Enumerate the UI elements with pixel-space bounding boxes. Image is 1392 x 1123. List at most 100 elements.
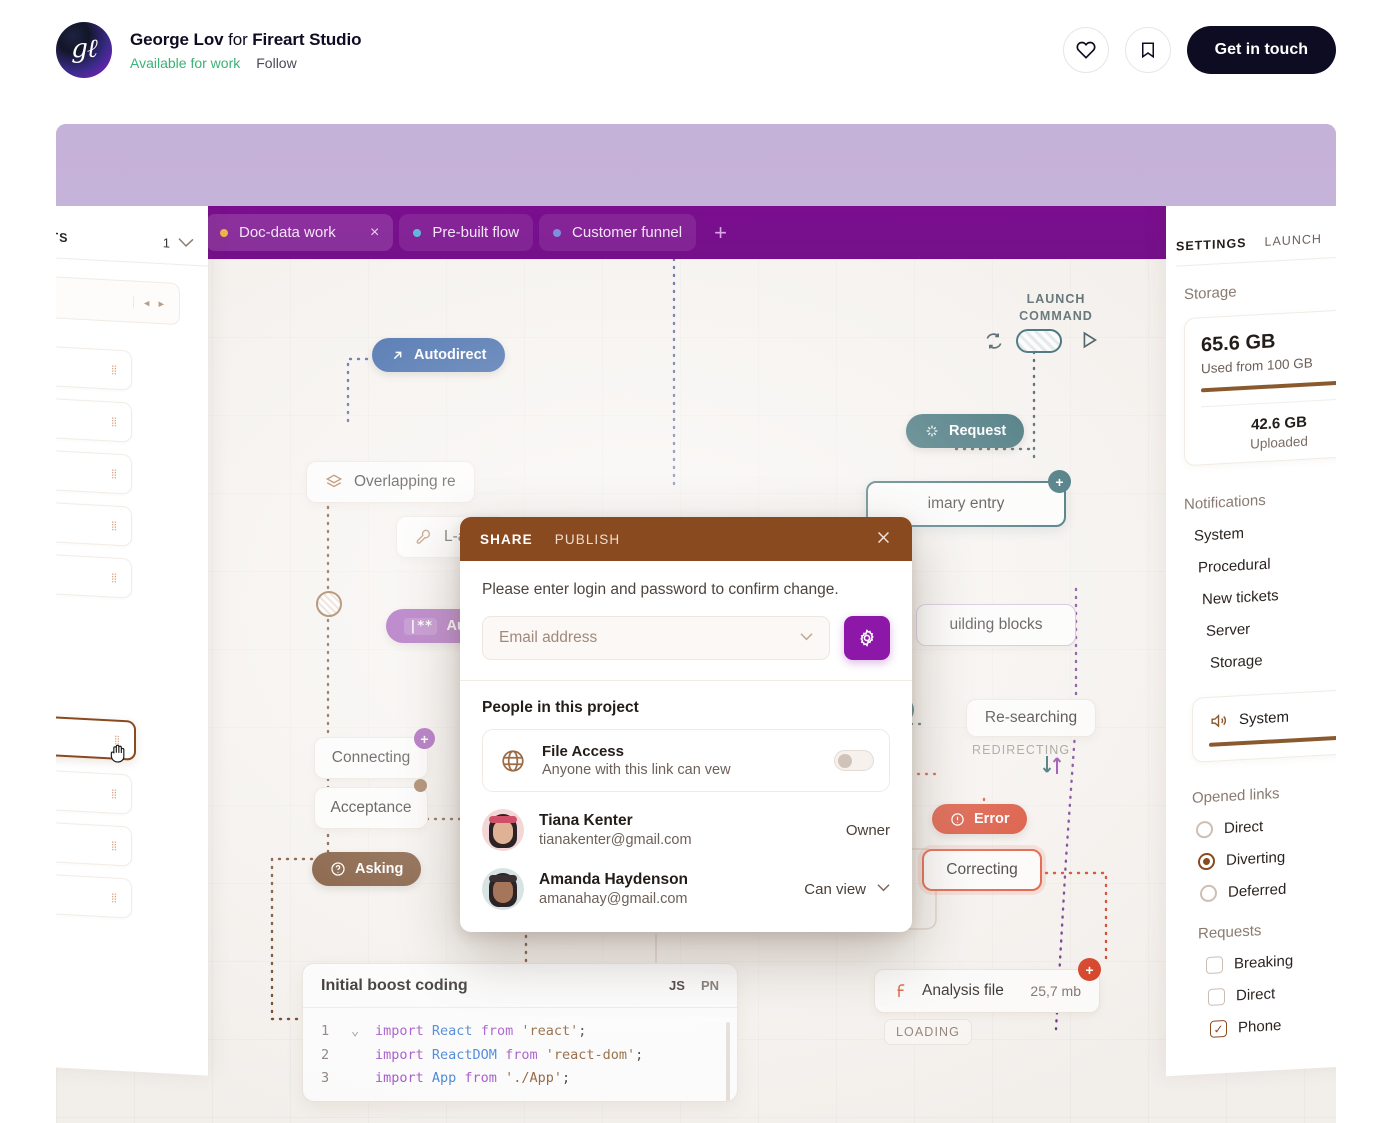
file-access-row[interactable]: File Access Anyone with this link can ve… xyxy=(482,729,890,792)
notification-item-system[interactable]: System xyxy=(1194,525,1244,545)
file-access-subtitle: Anyone with this link can vew xyxy=(542,762,731,778)
person-row[interactable]: Tiana Kenter tianakenter@gmail.com Owner xyxy=(482,809,890,851)
get-in-touch-button[interactable]: Get in touch xyxy=(1186,26,1336,74)
add-node-button[interactable]: + xyxy=(414,728,435,749)
flow-canvas[interactable]: Autodirect Overlapping re L-adju xyxy=(56,259,1336,1123)
volume-card[interactable]: System xyxy=(1192,687,1336,763)
drag-handle-icon[interactable]: ⣿ xyxy=(111,572,119,582)
code-line-text: import React from 'react'; xyxy=(375,1023,587,1039)
close-icon[interactable] xyxy=(875,529,892,550)
drag-handle-icon[interactable]: ⣿ xyxy=(111,788,119,798)
drag-handle-icon[interactable]: ⣿ xyxy=(111,364,119,374)
assets-search-field[interactable]: ◂ ▸ xyxy=(56,272,180,326)
author-name[interactable]: George Lov xyxy=(130,30,224,49)
junction-node[interactable] xyxy=(316,591,342,617)
code-lang-pn[interactable]: PN xyxy=(701,978,719,993)
settings-button[interactable] xyxy=(844,616,890,660)
modal-tab-publish[interactable]: PUBLISH xyxy=(555,532,620,547)
person-role: Owner xyxy=(845,821,890,839)
asset-item[interactable]: ⣿ xyxy=(56,817,132,867)
code-line-text: import App from './App'; xyxy=(375,1070,571,1087)
tab-launch[interactable]: LAUNCH xyxy=(1265,231,1322,248)
code-scrollbar[interactable] xyxy=(726,1022,730,1101)
asset-item[interactable]: ⣿ xyxy=(56,497,132,547)
analysis-file-card[interactable]: Analysis file 25,7 mb xyxy=(874,969,1100,1013)
code-lang-js[interactable]: JS xyxy=(669,978,685,993)
notification-item-server[interactable]: Server xyxy=(1206,621,1250,640)
notification-item-storage[interactable]: Storage xyxy=(1210,652,1263,672)
node-asking[interactable]: Asking xyxy=(312,852,422,886)
person-row[interactable]: Amanda Haydenson amanahay@gmail.com Can … xyxy=(482,868,890,910)
tab-pre-built-flow[interactable]: Pre-built flow xyxy=(399,214,534,251)
avatar[interactable]: gℓ xyxy=(56,22,112,78)
request-pill[interactable]: Request xyxy=(906,414,1025,448)
asset-item[interactable]: ⣿ xyxy=(56,549,132,599)
volume-slider[interactable] xyxy=(1209,734,1336,747)
tab-close-icon[interactable]: × xyxy=(370,224,379,242)
node-request[interactable]: Request xyxy=(906,414,1025,448)
play-triangle-icon[interactable] xyxy=(1078,329,1100,356)
file-access-toggle[interactable] xyxy=(834,750,874,771)
acceptance-card[interactable]: Acceptance xyxy=(314,787,428,829)
modal-tab-share[interactable]: SHARE xyxy=(480,532,533,547)
correcting-card[interactable]: Correcting xyxy=(922,849,1042,891)
checkbox-direct[interactable]: Direct xyxy=(1208,985,1275,1006)
refresh-icon[interactable] xyxy=(984,331,1004,356)
drag-handle-icon[interactable]: ⣿ xyxy=(111,840,119,850)
tab-customer-funnel[interactable]: Customer funnel xyxy=(539,214,697,251)
save-button[interactable] xyxy=(1124,27,1171,73)
asset-item[interactable]: ⣿ xyxy=(56,765,132,815)
drag-handle-icon[interactable]: ⣿ xyxy=(111,468,119,478)
node-error[interactable]: Error xyxy=(932,804,1028,834)
node-correcting[interactable]: Correcting xyxy=(922,849,1042,891)
add-node-button[interactable]: + xyxy=(1078,958,1101,981)
radio-deferred[interactable]: Deferred xyxy=(1200,881,1286,903)
chevron-down-icon[interactable] xyxy=(178,237,194,251)
like-button[interactable] xyxy=(1062,27,1109,73)
launch-toggle[interactable] xyxy=(1016,329,1062,353)
asset-item[interactable]: cks ⣿ xyxy=(56,445,132,495)
re-searching-card[interactable]: Re-searching xyxy=(966,699,1096,737)
autodirect-pill[interactable]: Autodirect xyxy=(372,338,505,372)
overlapping-card[interactable]: Overlapping re xyxy=(306,461,475,503)
drag-handle-icon[interactable]: ⣿ xyxy=(111,892,119,902)
drag-handle-icon[interactable]: ⣿ xyxy=(111,520,119,530)
node-acceptance[interactable]: Acceptance xyxy=(314,779,428,829)
node-connecting[interactable]: Connecting + xyxy=(314,728,435,779)
node-autodirect[interactable]: Autodirect xyxy=(372,338,505,372)
email-input[interactable]: Email address xyxy=(482,616,830,660)
follow-button[interactable]: Follow xyxy=(256,55,296,71)
notification-item-new-tickets[interactable]: New tickets xyxy=(1202,587,1279,608)
asking-pill[interactable]: Asking xyxy=(312,852,422,886)
chevron-down-icon[interactable] xyxy=(800,632,813,644)
radio-diverting[interactable]: Diverting xyxy=(1198,849,1285,871)
add-node-button[interactable]: + xyxy=(1048,470,1071,493)
code-fold-icon[interactable]: ⌄ xyxy=(351,1020,375,1044)
drag-handle-icon[interactable]: ⣿ xyxy=(111,416,119,426)
node-re-searching[interactable]: Re-searching REDIRECTING xyxy=(966,699,1096,757)
studio-name[interactable]: Fireart Studio xyxy=(252,30,361,49)
node-building-blocks[interactable]: uilding blocks xyxy=(916,604,1076,646)
building-blocks-card[interactable]: uilding blocks xyxy=(916,604,1076,646)
checkbox-phone[interactable]: ✓ Phone xyxy=(1210,1017,1281,1038)
connecting-card[interactable]: Connecting xyxy=(314,737,428,779)
asset-item[interactable]: ⣿ xyxy=(56,341,132,391)
tab-label: Doc-data work xyxy=(239,224,336,241)
tab-doc-data-work[interactable]: Doc-data work × xyxy=(206,214,394,251)
node-analysis-file[interactable]: Analysis file 25,7 mb + LOADING xyxy=(874,958,1101,1045)
asset-item[interactable]: ⣿ xyxy=(56,869,132,919)
notification-item-procedural[interactable]: Procedural xyxy=(1198,556,1271,577)
asset-item[interactable]: ⣿ xyxy=(56,393,132,443)
pager-arrows-icon[interactable]: ◂ ▸ xyxy=(132,295,167,310)
person-role-dropdown[interactable]: Can view xyxy=(804,881,890,898)
radio-direct[interactable]: Direct xyxy=(1196,818,1263,839)
down-up-arrows-icon[interactable] xyxy=(1039,752,1065,783)
code-card-body[interactable]: 1 ⌄ import React from 'react'; 2 import … xyxy=(303,1008,737,1101)
code-card[interactable]: Initial boost coding JS PN 1 ⌄ import Re… xyxy=(302,963,738,1102)
checkbox-breaking[interactable]: Breaking xyxy=(1206,952,1293,975)
add-tab-button[interactable]: + xyxy=(714,220,727,246)
node-overlapping[interactable]: Overlapping re xyxy=(306,461,475,503)
share-modal[interactable]: SHARE PUBLISH Please enter login and pas… xyxy=(460,517,912,932)
error-pill[interactable]: Error xyxy=(932,804,1028,834)
tab-settings[interactable]: SETTINGS xyxy=(1176,235,1247,253)
